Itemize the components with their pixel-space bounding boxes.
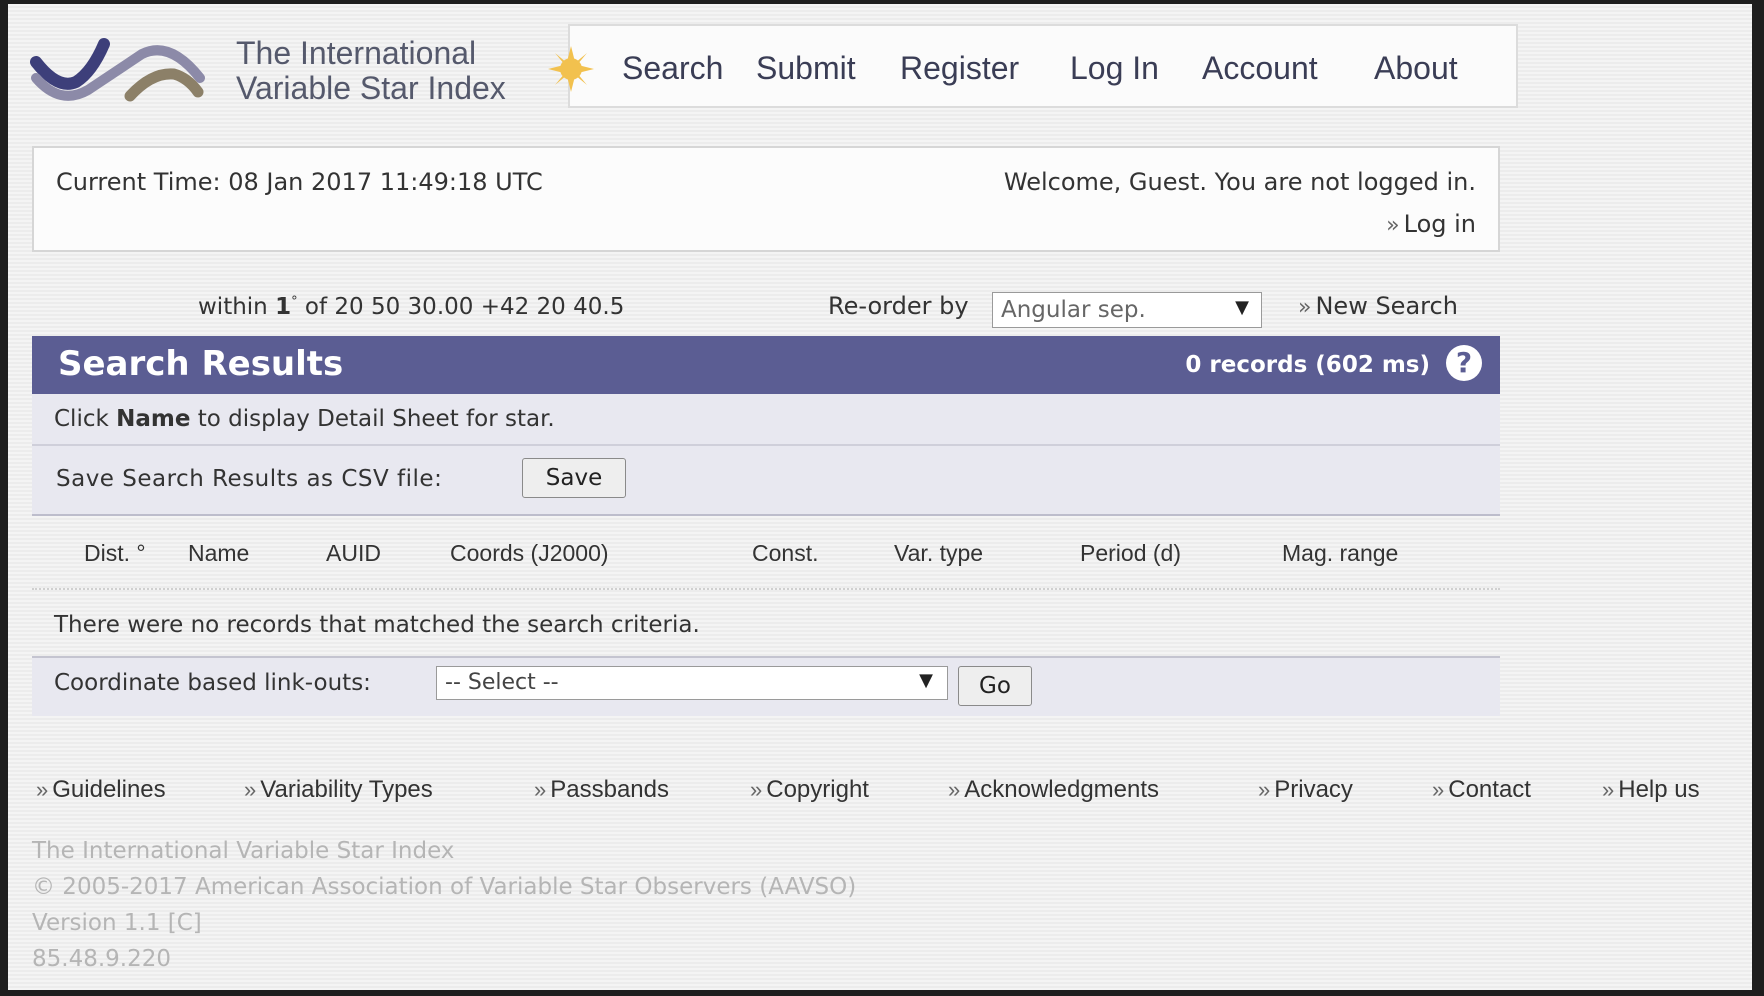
footer-link-acknowledgments[interactable]: » Acknowledgments (948, 776, 1159, 804)
new-search-label: New Search (1315, 292, 1458, 320)
save-csv-label: Save Search Results as CSV file: (56, 466, 443, 492)
within-label: within (198, 294, 268, 320)
linkout-select[interactable]: -- Select -- ▼ (436, 666, 948, 700)
dropdown-arrow-icon: ▼ (919, 670, 933, 691)
footer-link-label: Help us (1618, 776, 1700, 803)
footer-version: Version 1.1 [C] (32, 910, 202, 936)
of-label: of (304, 294, 328, 320)
hint-text: Click Name to display Detail Sheet for s… (54, 406, 555, 432)
welcome-message: Welcome, Guest. You are not logged in. (1003, 168, 1476, 196)
double-chevron-icon: » (534, 777, 547, 802)
save-csv-row: Save Search Results as CSV file: Save (32, 446, 1500, 516)
col-var-type[interactable]: Var. type (894, 540, 983, 567)
footer-link-contact[interactable]: » Contact (1432, 776, 1531, 804)
hint-bold: Name (116, 406, 191, 432)
hint-suffix: to display Detail Sheet for star. (197, 406, 555, 432)
footer-copyright: © 2005-2017 American Association of Vari… (32, 874, 857, 900)
double-chevron-icon: » (1432, 777, 1445, 802)
nav-register[interactable]: Register (900, 50, 1019, 87)
footer-link-label: Contact (1448, 776, 1531, 803)
double-chevron-icon: » (1386, 213, 1400, 238)
login-link-label: Log in (1403, 210, 1476, 238)
new-search-link[interactable]: » New Search (1298, 292, 1458, 320)
hint-row: Click Name to display Detail Sheet for s… (32, 394, 1500, 446)
search-coords: 20 50 30.00 +42 20 40.5 (334, 294, 625, 320)
double-chevron-icon: » (36, 777, 49, 802)
nav-account[interactable]: Account (1202, 50, 1318, 87)
col-dist[interactable]: Dist. ° (84, 540, 146, 567)
site-title: The International Variable Star Index (236, 36, 506, 106)
footer-ip: 85.48.9.220 (32, 946, 171, 972)
footer-link-label: Copyright (766, 776, 869, 803)
col-const[interactable]: Const. (752, 540, 818, 567)
double-chevron-icon: » (244, 777, 257, 802)
col-auid[interactable]: AUID (326, 540, 381, 567)
save-button[interactable]: Save (522, 458, 626, 498)
linkout-row: Coordinate based link-outs: -- Select --… (32, 656, 1500, 716)
col-period[interactable]: Period (d) (1080, 540, 1181, 567)
footer-link-label: Passbands (550, 776, 669, 803)
footer-link-label: Privacy (1274, 776, 1353, 803)
footer-link-label: Acknowledgments (964, 776, 1160, 803)
search-radius: 1 (275, 294, 292, 320)
query-summary: within 1° of 20 50 30.00 +42 20 40.5 (198, 294, 624, 320)
dropdown-arrow-icon: ▼ (1235, 297, 1249, 318)
double-chevron-icon: » (1258, 777, 1271, 802)
footer-link-label: Guidelines (52, 776, 166, 803)
nav-submit[interactable]: Submit (756, 50, 856, 87)
footer-link-variability-types[interactable]: » Variability Types (244, 776, 433, 804)
hint-prefix: Click (54, 406, 109, 432)
footer-link-guidelines[interactable]: » Guidelines (36, 776, 166, 804)
double-chevron-icon: » (1298, 295, 1312, 320)
linkout-select-value: -- Select -- (445, 670, 559, 695)
reorder-select-value: Angular sep. (1001, 297, 1146, 323)
vsx-logo-icon[interactable] (30, 32, 230, 112)
no-records-message: There were no records that matched the s… (54, 612, 700, 638)
nav-login[interactable]: Log In (1070, 50, 1159, 87)
results-header: Search Results 0 records (602 ms) ? (32, 336, 1500, 394)
login-link[interactable]: » Log in (1386, 210, 1476, 238)
current-time: Current Time: 08 Jan 2017 11:49:18 UTC (56, 168, 543, 196)
double-chevron-icon: » (948, 777, 961, 802)
results-title: Search Results (58, 344, 344, 384)
footer-link-passbands[interactable]: » Passbands (534, 776, 669, 804)
nav-search[interactable]: Search (622, 50, 723, 87)
double-chevron-icon: » (1602, 777, 1615, 802)
col-coords[interactable]: Coords (J2000) (450, 540, 609, 567)
go-button[interactable]: Go (958, 666, 1032, 706)
double-chevron-icon: » (750, 777, 763, 802)
col-name[interactable]: Name (188, 540, 249, 567)
nav-about[interactable]: About (1374, 50, 1458, 87)
page: The International Variable Star Index Se… (8, 4, 1752, 990)
site-title-line2: Variable Star Index (236, 70, 506, 106)
site-title-line1: The International (236, 35, 477, 71)
footer-link-privacy[interactable]: » Privacy (1258, 776, 1353, 804)
help-icon[interactable]: ? (1446, 345, 1482, 381)
footer-link-label: Variability Types (260, 776, 433, 803)
degree-symbol: ° (291, 294, 298, 310)
sun-icon (548, 46, 594, 92)
records-count: 0 records (602 ms) (1185, 352, 1430, 378)
footer-link-copyright[interactable]: » Copyright (750, 776, 869, 804)
reorder-select[interactable]: Angular sep. ▼ (992, 292, 1262, 328)
main-nav: Search Submit Register Log In Account Ab… (568, 24, 1518, 108)
status-box: Current Time: 08 Jan 2017 11:49:18 UTC W… (32, 146, 1500, 252)
reorder-label: Re-order by (828, 292, 969, 320)
divider (32, 588, 1500, 590)
footer-site-name: The International Variable Star Index (32, 838, 455, 864)
col-mag-range[interactable]: Mag. range (1282, 540, 1398, 567)
footer-link-help-us[interactable]: » Help us (1602, 776, 1700, 804)
linkout-label: Coordinate based link-outs: (54, 670, 371, 696)
